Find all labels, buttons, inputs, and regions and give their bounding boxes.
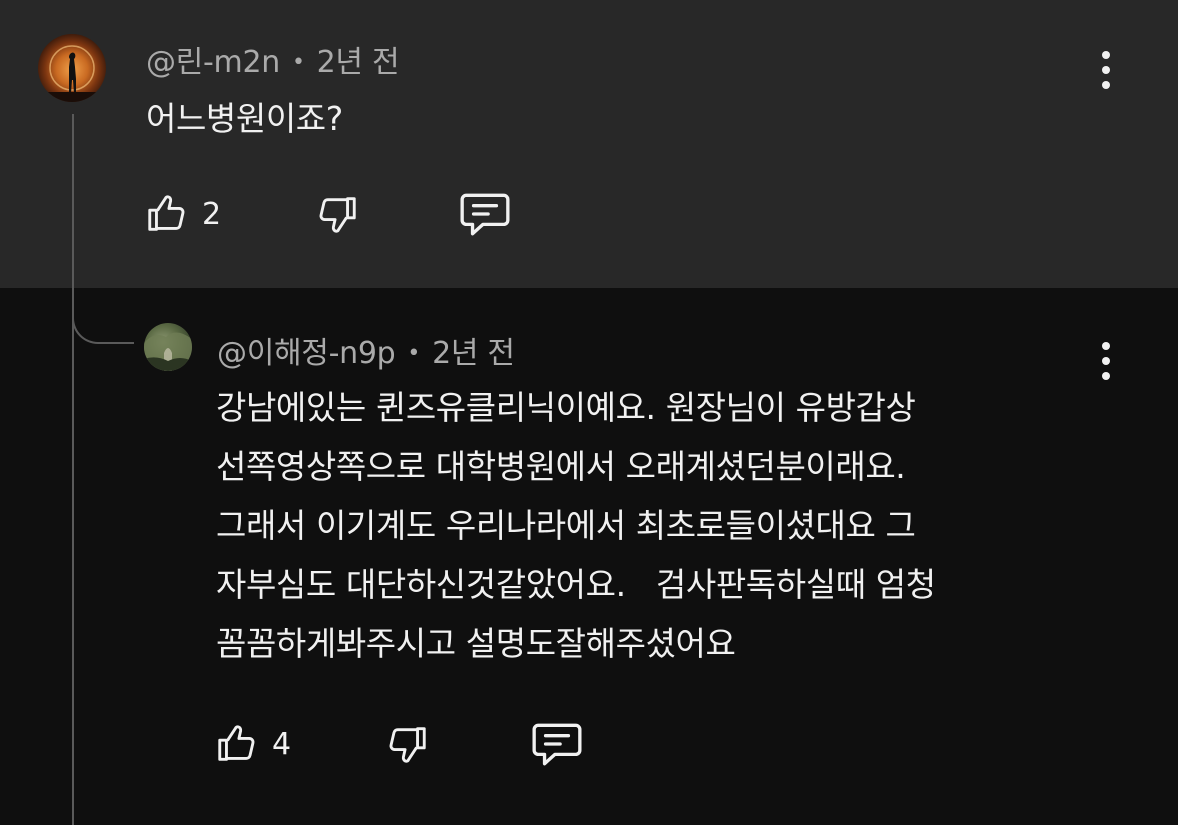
- comment-line: 선쪽영상쪽으로 대학병원에서 오래계셨던분이래요.: [216, 447, 906, 486]
- comment-meta: @린-m2n • 2년 전: [146, 37, 400, 81]
- comment-line: 꼼꼼하게봐주시고 설명도잘해주셨어요: [216, 624, 736, 663]
- thread-connector: [72, 300, 134, 344]
- comment-line: 강남에있는 퀸즈유클리닉이예요. 원장님이 유방갑상: [216, 388, 916, 427]
- kebab-dot: [1102, 342, 1110, 350]
- nature-photo-icon: [144, 332, 192, 371]
- timestamp[interactable]: 2년 전: [317, 45, 400, 80]
- thread-line: [72, 114, 74, 825]
- thumbs-down-icon: [319, 197, 356, 233]
- separator-dot: •: [407, 341, 421, 366]
- more-options-button[interactable]: [1097, 339, 1117, 383]
- kebab-dot: [1102, 372, 1110, 380]
- kebab-dot: [1102, 81, 1110, 89]
- comment-line: 그래서 이기계도 우리나라에서 최초로들이셨대요 그: [216, 506, 916, 545]
- like-button[interactable]: 4: [214, 718, 291, 770]
- comment-meta: @이해정-n9p • 2년 전: [217, 328, 515, 372]
- avatar[interactable]: [38, 34, 106, 102]
- dislike-button[interactable]: [314, 188, 360, 240]
- comment-line: 자부심도 대단하신것같았어요. 검사판독하실때 엄청: [216, 565, 936, 604]
- comment-text: 강남에있는 퀸즈유클리닉이예요. 원장님이 유방갑상 선쪽영상쪽으로 대학병원에…: [216, 378, 936, 673]
- more-options-button[interactable]: [1097, 48, 1117, 92]
- author-name[interactable]: @이해정-n9p: [217, 336, 396, 371]
- moon-silhouette-icon: [38, 45, 106, 102]
- kebab-dot: [1102, 357, 1110, 365]
- timestamp[interactable]: 2년 전: [432, 336, 515, 371]
- separator-dot: •: [291, 50, 305, 75]
- comment-line: 어느병원이죠?: [146, 99, 343, 138]
- avatar[interactable]: [144, 323, 192, 371]
- like-button[interactable]: 2: [144, 188, 221, 240]
- comment-icon: [460, 193, 510, 236]
- thumbs-up-icon: [218, 725, 255, 761]
- dislike-button[interactable]: [384, 718, 430, 770]
- like-count: 2: [202, 196, 222, 232]
- reply-button[interactable]: [530, 718, 584, 770]
- author-name[interactable]: @린-m2n: [146, 45, 280, 80]
- like-count: 4: [272, 726, 292, 762]
- comment-text: 어느병원이죠?: [146, 89, 343, 148]
- kebab-dot: [1102, 66, 1110, 74]
- reply-button[interactable]: [458, 188, 512, 240]
- thumbs-up-icon: [148, 195, 185, 231]
- comment-icon: [532, 723, 582, 766]
- thumbs-down-icon: [389, 727, 426, 763]
- kebab-dot: [1102, 51, 1110, 59]
